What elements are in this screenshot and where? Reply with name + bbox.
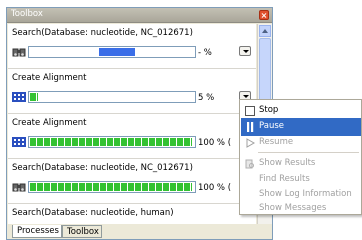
process-row[interactable]: Search(Database: nucleotide, NC_012671) … [8, 159, 256, 204]
search-binoculars-icon [12, 183, 26, 192]
progress-fill [30, 138, 192, 146]
menu-item-show-messages[interactable]: Show Messages [241, 200, 361, 218]
scroll-up-button[interactable] [259, 25, 271, 37]
menu-item-label: Pause [259, 121, 284, 131]
play-icon [246, 138, 255, 148]
menu-separator [258, 152, 359, 153]
process-title: Search(Database: nucleotide, NC_012671) [12, 163, 193, 173]
menu-item-label: Show Results [259, 158, 316, 168]
menu-item-label: Show Log Information [259, 189, 352, 199]
process-title: Create Alignment [12, 118, 87, 128]
progress-fill [30, 183, 192, 191]
close-button[interactable]: × [259, 10, 269, 20]
progress-percent: 100 % ( [198, 183, 232, 193]
menu-item-resume[interactable]: Resume [241, 134, 361, 152]
progress-bar [28, 181, 196, 193]
alignment-icon [12, 92, 26, 102]
progress-indeterminate [99, 48, 135, 56]
progress-bar [28, 91, 196, 103]
progress-bar [28, 46, 196, 58]
process-row[interactable]: Search(Database: nucleotide, NC_012671) … [8, 24, 256, 69]
progress-percent: 5 % [198, 93, 215, 103]
process-row[interactable]: Create Alignment 100 % ( [8, 114, 256, 159]
process-title: Search(Database: nucleotide, human) [12, 208, 174, 218]
process-row[interactable]: Create Alignment 5 % [8, 69, 256, 114]
process-title: Create Alignment [12, 73, 87, 83]
progress-bar [28, 136, 196, 148]
toolbox-title: Toolbox [11, 9, 43, 19]
close-icon: × [260, 11, 268, 20]
search-binoculars-icon [12, 48, 26, 57]
tab-toolbox[interactable]: Toolbox [62, 225, 102, 238]
context-menu: Stop Pause Resume Show Results Find Resu… [239, 99, 362, 215]
menu-item-label: Show Messages [259, 203, 327, 213]
chevron-up-icon [262, 29, 268, 33]
process-options-button[interactable] [239, 46, 251, 56]
process-row[interactable]: Search(Database: nucleotide, human) [8, 204, 256, 224]
panel-tabs: Processes Toolbox [8, 225, 272, 239]
progress-percent: 100 % ( [198, 138, 232, 148]
tab-processes[interactable]: Processes [12, 225, 62, 238]
show-results-icon [245, 159, 254, 169]
pause-icon [247, 122, 254, 132]
toolbox-titlebar[interactable]: Toolbox × [7, 8, 272, 23]
stop-checkbox-icon [245, 106, 255, 116]
process-list: Search(Database: nucleotide, NC_012671) … [8, 24, 256, 224]
toolbox-panel: Toolbox × Search(Database: nucleotide, N… [6, 7, 273, 240]
process-title: Search(Database: nucleotide, NC_012671) [12, 28, 193, 38]
menu-item-label: Find Results [259, 174, 310, 184]
alignment-icon [12, 137, 26, 147]
menu-item-label: Stop [259, 105, 279, 115]
menu-item-label: Resume [259, 137, 294, 147]
progress-percent: - % [198, 48, 212, 58]
progress-fill [30, 93, 38, 101]
